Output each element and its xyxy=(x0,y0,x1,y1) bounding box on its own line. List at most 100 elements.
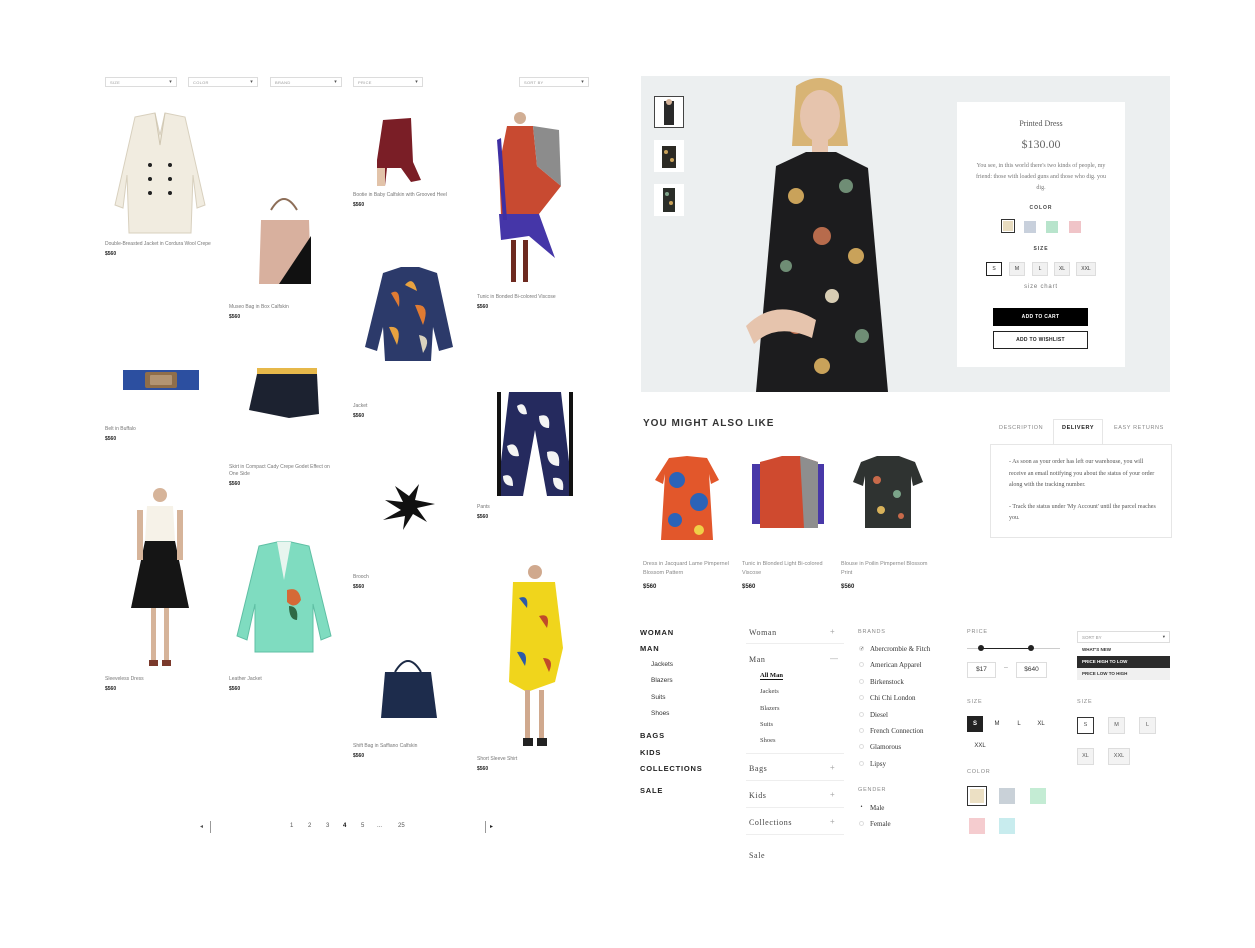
size-option[interactable]: XL xyxy=(1033,716,1049,732)
product-name[interactable]: Museo Bag in Box Calfskin xyxy=(229,304,339,311)
plus-icon[interactable]: + xyxy=(830,627,835,636)
accordion-man[interactable]: Man xyxy=(749,655,765,664)
related-product[interactable]: Dress in Jacquard Lame Pimpernel Blossom… xyxy=(643,450,738,590)
product-name[interactable]: Blouse in Poilin Pimpernel Blossom Print xyxy=(841,560,936,578)
brand-option[interactable]: Birkenstock xyxy=(870,678,904,686)
brand-checkbox[interactable] xyxy=(859,679,864,684)
pagination-next[interactable]: ▸ xyxy=(490,823,493,830)
radio[interactable] xyxy=(859,821,864,826)
product-name[interactable]: Shift Bag in Saffiano Calfskin xyxy=(353,743,463,750)
nav-sub-item[interactable]: Blazers xyxy=(651,677,673,684)
product-name[interactable]: Leather Jacket xyxy=(229,676,339,683)
color-swatch[interactable] xyxy=(999,788,1015,804)
nav-bags[interactable]: BAGS xyxy=(640,731,665,740)
product-card[interactable]: Skirt in Compact Cady Crepe Godet Effect… xyxy=(229,360,339,487)
product-card[interactable]: Leather Jacket $560 xyxy=(229,540,339,692)
color-swatch[interactable] xyxy=(1069,221,1081,233)
tab-delivery[interactable]: DELIVERY xyxy=(1062,425,1094,431)
product-image[interactable] xyxy=(353,650,463,743)
product-thumbnail[interactable] xyxy=(654,184,684,216)
product-image[interactable] xyxy=(229,190,339,304)
brand-checkbox[interactable] xyxy=(859,744,864,749)
page-link[interactable]: 3 xyxy=(326,823,329,829)
tab-easy-returns[interactable]: EASY RETURNS xyxy=(1114,425,1164,431)
plus-icon[interactable]: + xyxy=(830,790,835,799)
product-card[interactable]: Brooch $560 xyxy=(353,478,463,590)
price-slider-max-handle[interactable] xyxy=(1028,645,1034,651)
product-card[interactable]: Jacket $560 xyxy=(353,265,463,419)
brand-option[interactable]: Chi Chi London xyxy=(870,694,916,702)
gender-option[interactable]: Male xyxy=(870,804,884,812)
size-option[interactable]: L xyxy=(1139,717,1156,734)
sort-option[interactable]: WHAT'S NEW xyxy=(1077,644,1170,656)
accordion-bags[interactable]: Bags xyxy=(749,764,767,773)
sort-dropdown[interactable]: SORT BY ▾ xyxy=(1077,631,1170,643)
color-swatch[interactable] xyxy=(1001,219,1015,233)
product-thumbnail[interactable] xyxy=(654,96,684,128)
product-card[interactable]: Tunic in Bonded Bi-colored Viscose $560 xyxy=(477,110,587,310)
product-thumbnail[interactable] xyxy=(654,140,684,172)
product-image[interactable] xyxy=(643,450,738,550)
product-image[interactable] xyxy=(742,450,837,550)
page-link[interactable]: 2 xyxy=(308,823,311,829)
nav-sale[interactable]: SALE xyxy=(640,786,663,795)
product-image[interactable] xyxy=(105,105,215,241)
brand-option[interactable]: Lipsy xyxy=(870,760,886,768)
product-image[interactable] xyxy=(477,110,587,294)
tab-description[interactable]: DESCRIPTION xyxy=(999,425,1043,431)
size-chart-link[interactable]: size chart xyxy=(957,284,1125,290)
gender-option[interactable]: Female xyxy=(870,820,891,828)
color-swatch-selected[interactable] xyxy=(967,786,987,806)
nav-kids[interactable]: KIDS xyxy=(640,748,661,757)
size-option[interactable]: M xyxy=(1108,717,1125,734)
size-option[interactable]: XXL xyxy=(972,738,988,754)
nav-sub-item[interactable]: Shoes xyxy=(651,710,669,717)
add-to-wishlist-button[interactable]: ADD TO WISHLIST xyxy=(993,331,1088,349)
page-link-current[interactable]: 4 xyxy=(343,823,346,829)
related-product[interactable]: Blouse in Poilin Pimpernel Blossom Print… xyxy=(841,450,936,590)
plus-icon[interactable]: + xyxy=(830,763,835,772)
page-link[interactable]: 5 xyxy=(361,823,364,829)
product-image[interactable] xyxy=(477,386,587,504)
minus-icon[interactable]: — xyxy=(830,654,838,663)
pagination-prev[interactable]: ◂ xyxy=(200,823,203,830)
product-card[interactable]: Shift Bag in Saffiano Calfskin $560 xyxy=(353,650,463,759)
page-link[interactable]: 1 xyxy=(290,823,293,829)
nav-man[interactable]: MAN xyxy=(640,644,659,653)
related-product[interactable]: Tunic in Blonded Light Bi-colored Viscos… xyxy=(742,450,837,590)
accordion-sub-item[interactable]: Suits xyxy=(760,721,773,728)
product-name[interactable]: Tunic in Bonded Bi-colored Viscose xyxy=(477,294,587,301)
brand-option[interactable]: French Connection xyxy=(870,727,923,735)
brand-checkbox[interactable] xyxy=(859,695,864,700)
brand-option[interactable]: Abercrombie & Fitch xyxy=(870,645,930,653)
product-name[interactable]: Tunic in Blonded Light Bi-colored Viscos… xyxy=(742,560,837,578)
size-option[interactable]: L xyxy=(1032,262,1048,276)
brand-option[interactable]: Glamorous xyxy=(870,743,901,751)
size-option-selected[interactable]: S xyxy=(967,716,983,732)
price-max-input[interactable]: $640 xyxy=(1016,662,1047,678)
size-option[interactable]: M xyxy=(1009,262,1025,276)
product-image[interactable] xyxy=(477,562,587,756)
product-name[interactable]: Pants xyxy=(477,504,587,511)
price-slider-min-handle[interactable] xyxy=(978,645,984,651)
accordion-collections[interactable]: Collections xyxy=(749,818,792,827)
size-option[interactable]: M xyxy=(989,716,1005,732)
product-image[interactable] xyxy=(105,360,215,426)
accordion-sub-item[interactable]: Blazers xyxy=(760,705,780,712)
product-image[interactable] xyxy=(841,450,936,550)
accordion-sub-item-active[interactable]: All Man xyxy=(760,672,783,680)
product-card[interactable]: Double-Breasted Jacket in Cordura Wool C… xyxy=(105,105,215,257)
size-option[interactable]: XXL xyxy=(1076,262,1096,276)
sort-option-selected[interactable]: PRICE HIGH TO LOW xyxy=(1077,656,1170,668)
size-option-selected[interactable]: S xyxy=(1077,717,1094,734)
product-name[interactable]: Brooch xyxy=(353,574,463,581)
radio-selected[interactable]: • xyxy=(859,805,864,810)
price-filter-select[interactable]: PRICE ▾ xyxy=(353,77,423,87)
nav-collections[interactable]: COLLECTIONS xyxy=(640,764,703,773)
product-name[interactable]: Belt in Buffalo xyxy=(105,426,215,433)
size-option[interactable]: XXL xyxy=(1108,748,1130,765)
size-option[interactable]: XL xyxy=(1054,262,1070,276)
brand-checkbox-checked[interactable]: ✓ xyxy=(859,646,864,652)
sort-by-select[interactable]: SORT BY ▾ xyxy=(519,77,589,87)
product-name[interactable]: Double-Breasted Jacket in Cordura Wool C… xyxy=(105,241,215,248)
